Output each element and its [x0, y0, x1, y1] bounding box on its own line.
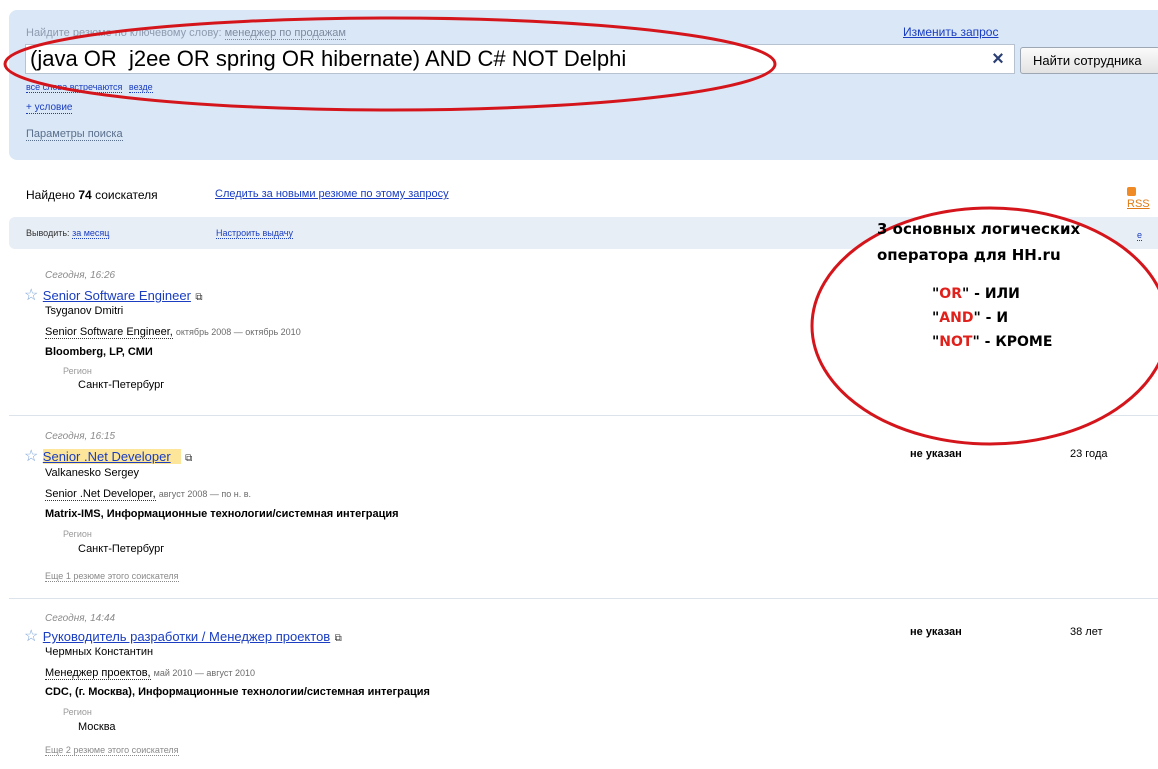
search-hint-example-link[interactable]: менеджер по продажам — [224, 27, 346, 40]
position-period: август 2008 — по н. в. — [158, 489, 251, 499]
output-label: Выводить: — [26, 228, 70, 238]
operator-line-and: "AND" - И — [932, 310, 1009, 326]
operator-line-or: "OR" - ИЛИ — [932, 286, 1020, 302]
age: 38 лет — [1070, 626, 1103, 638]
found-count-text: Найдено 74 соискателя — [26, 188, 158, 202]
search-hint: Найдите резюме по ключевому слову: менед… — [26, 27, 346, 40]
more-resumes-link[interactable]: Еще 2 резюме этого соискателя — [45, 745, 179, 756]
position-period: октябрь 2008 — октябрь 2010 — [175, 327, 301, 337]
result-title-row: ☆ Руководитель разработки / Менеджер про… — [24, 626, 342, 646]
words-mode-all-link[interactable]: все слова встречаются — [26, 82, 123, 93]
rss-label: RSS — [1127, 198, 1150, 210]
customize-output-link[interactable]: Настроить выдачу — [216, 228, 293, 239]
words-mode-everywhere-link[interactable]: везде — [128, 82, 153, 93]
last-position: Senior .Net Developer, август 2008 — по … — [45, 488, 251, 501]
candidate-name: Valkanesko Sergey — [45, 467, 139, 479]
star-icon[interactable]: ☆ — [24, 628, 38, 645]
result-title-link[interactable]: Senior .Net Developer — [42, 449, 181, 464]
operator-line-not: "NOT" - КРОМЕ — [932, 334, 1053, 350]
result-date: Сегодня, 14:44 — [45, 613, 116, 624]
candidate-name: Чермных Константин — [45, 646, 154, 658]
search-input[interactable] — [25, 44, 1015, 74]
age: 23 года — [1070, 448, 1108, 460]
result-title-link[interactable]: Senior Software Engineer — [43, 288, 191, 303]
company: CDC, (г. Москва), Информационные техноло… — [45, 686, 430, 698]
company: Bloomberg, LP, СМИ — [45, 346, 153, 358]
position-title: Менеджер проектов, — [45, 667, 151, 680]
position-title: Senior .Net Developer, — [45, 488, 156, 501]
operators-note: 3 основных логических оператора для HH.r… — [877, 216, 1157, 354]
output-control: Выводить: за месяц — [26, 228, 110, 239]
external-link-icon[interactable]: ⧉ — [185, 453, 192, 464]
more-resumes-link[interactable]: Еще 1 резюме этого соискателя — [45, 571, 179, 582]
result-title-row: ☆ Senior .Net Developer ⧉ — [24, 446, 192, 466]
result-title-row: ☆ Senior Software Engineer ⧉ — [24, 285, 203, 305]
company: Matrix-IMS, Информационные технологии/си… — [45, 508, 399, 520]
result-divider — [9, 415, 1158, 416]
search-hint-text: Найдите резюме по ключевому слову: — [26, 27, 222, 39]
salary: не указан — [910, 448, 962, 460]
external-link-icon[interactable]: ⧉ — [335, 633, 342, 644]
last-position: Менеджер проектов, май 2010 — август 201… — [45, 667, 256, 680]
region: Санкт-Петербург — [78, 543, 165, 555]
candidate-name: Tsyganov Dmitri — [45, 305, 124, 317]
period-select[interactable]: за месяц — [72, 228, 110, 239]
operators-list: "OR" - ИЛИ "AND" - И "NOT" - КРОМЕ — [877, 282, 1157, 354]
external-link-icon[interactable]: ⧉ — [195, 292, 202, 303]
note-title-line1: 3 основных логических — [877, 220, 1081, 238]
search-params-link[interactable]: Параметры поиска — [26, 128, 123, 141]
star-icon[interactable]: ☆ — [24, 287, 38, 304]
result-divider — [9, 598, 1158, 599]
result-title-link[interactable]: Руководитель разработки / Менеджер проек… — [43, 629, 330, 644]
found-suffix: соискателя — [95, 188, 158, 202]
note-title: 3 основных логических оператора для HH.r… — [877, 216, 1157, 268]
result-date: Сегодня, 16:26 — [45, 270, 116, 281]
note-title-line2: оператора для HH.ru — [877, 246, 1061, 264]
follow-query-link[interactable]: Следить за новыми резюме по этому запрос… — [215, 188, 449, 200]
salary: не указан — [910, 626, 962, 638]
find-employee-button[interactable]: Найти сотрудника — [1020, 47, 1158, 74]
found-prefix: Найдено — [26, 188, 76, 202]
region: Санкт-Петербург — [78, 379, 165, 391]
position-title: Senior Software Engineer, — [45, 326, 173, 339]
region: Москва — [78, 721, 116, 733]
region-label: Регион — [63, 707, 92, 717]
close-icon[interactable]: × — [986, 47, 1010, 71]
result-date: Сегодня, 16:15 — [45, 431, 116, 442]
last-position: Senior Software Engineer, октябрь 2008 —… — [45, 326, 301, 339]
change-query-link[interactable]: Изменить запрос — [903, 25, 998, 39]
position-period: май 2010 — август 2010 — [153, 668, 256, 678]
region-label: Регион — [63, 529, 92, 539]
words-mode: все слова встречаются везде — [26, 82, 157, 93]
add-condition-link[interactable]: + условие — [26, 102, 73, 114]
rss-icon — [1127, 187, 1136, 196]
star-icon[interactable]: ☆ — [24, 448, 38, 465]
rss-link[interactable]: RSS — [1127, 186, 1158, 210]
found-count: 74 — [78, 188, 92, 202]
region-label: Регион — [63, 366, 92, 376]
